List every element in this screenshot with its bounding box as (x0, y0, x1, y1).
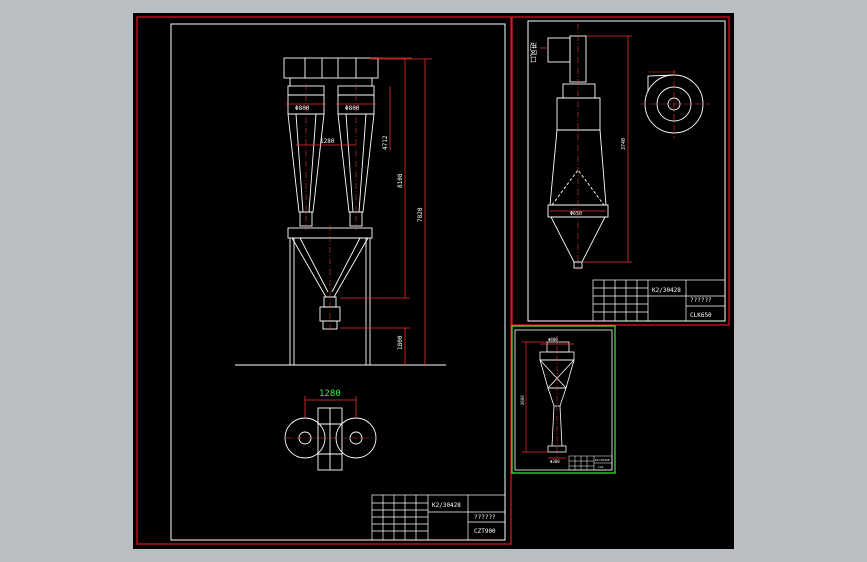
dim-height-upper: 4712 (382, 135, 389, 150)
dim-height-right-top: 3740 (621, 138, 627, 150)
title-model-right-bottom: CLK (598, 465, 604, 469)
title-model-left: CZT900 (474, 528, 496, 535)
dim-height-right-bottom: 2600 (520, 395, 525, 405)
cad-viewport[interactable]: Φ800 Φ800 1280 4712 8108 7820 1800 1280 (0, 0, 867, 562)
dim-dia-left: Φ800 (295, 105, 310, 112)
title-model-right-top: CLK650 (690, 312, 712, 319)
dim-cone-dia: Φ650 (570, 211, 582, 217)
dim-span: 1280 (320, 138, 335, 145)
dim-bottom-dia-right-bottom: Φ300 (550, 459, 560, 464)
dim-height-total: 7820 (417, 207, 424, 222)
title-company-left: ?????? (474, 514, 496, 521)
title-company-right-top: ?????? (690, 297, 712, 304)
title-drawing-no-right-top: K2/30428 (652, 287, 681, 294)
dim-height-mid: 8108 (397, 173, 404, 188)
dim-dia-right: Φ800 (345, 105, 360, 112)
title-drawing-no-right-bottom: K2/30428 (595, 458, 610, 462)
dim-top-dia-right-bottom: Φ800 (548, 337, 558, 342)
title-drawing-no-left: K2/30428 (432, 502, 461, 509)
model-space (133, 13, 734, 549)
dim-height-base: 1800 (397, 335, 404, 350)
plan-span-label: 1280 (319, 389, 341, 399)
inlet-label: 进风口 (529, 42, 537, 63)
